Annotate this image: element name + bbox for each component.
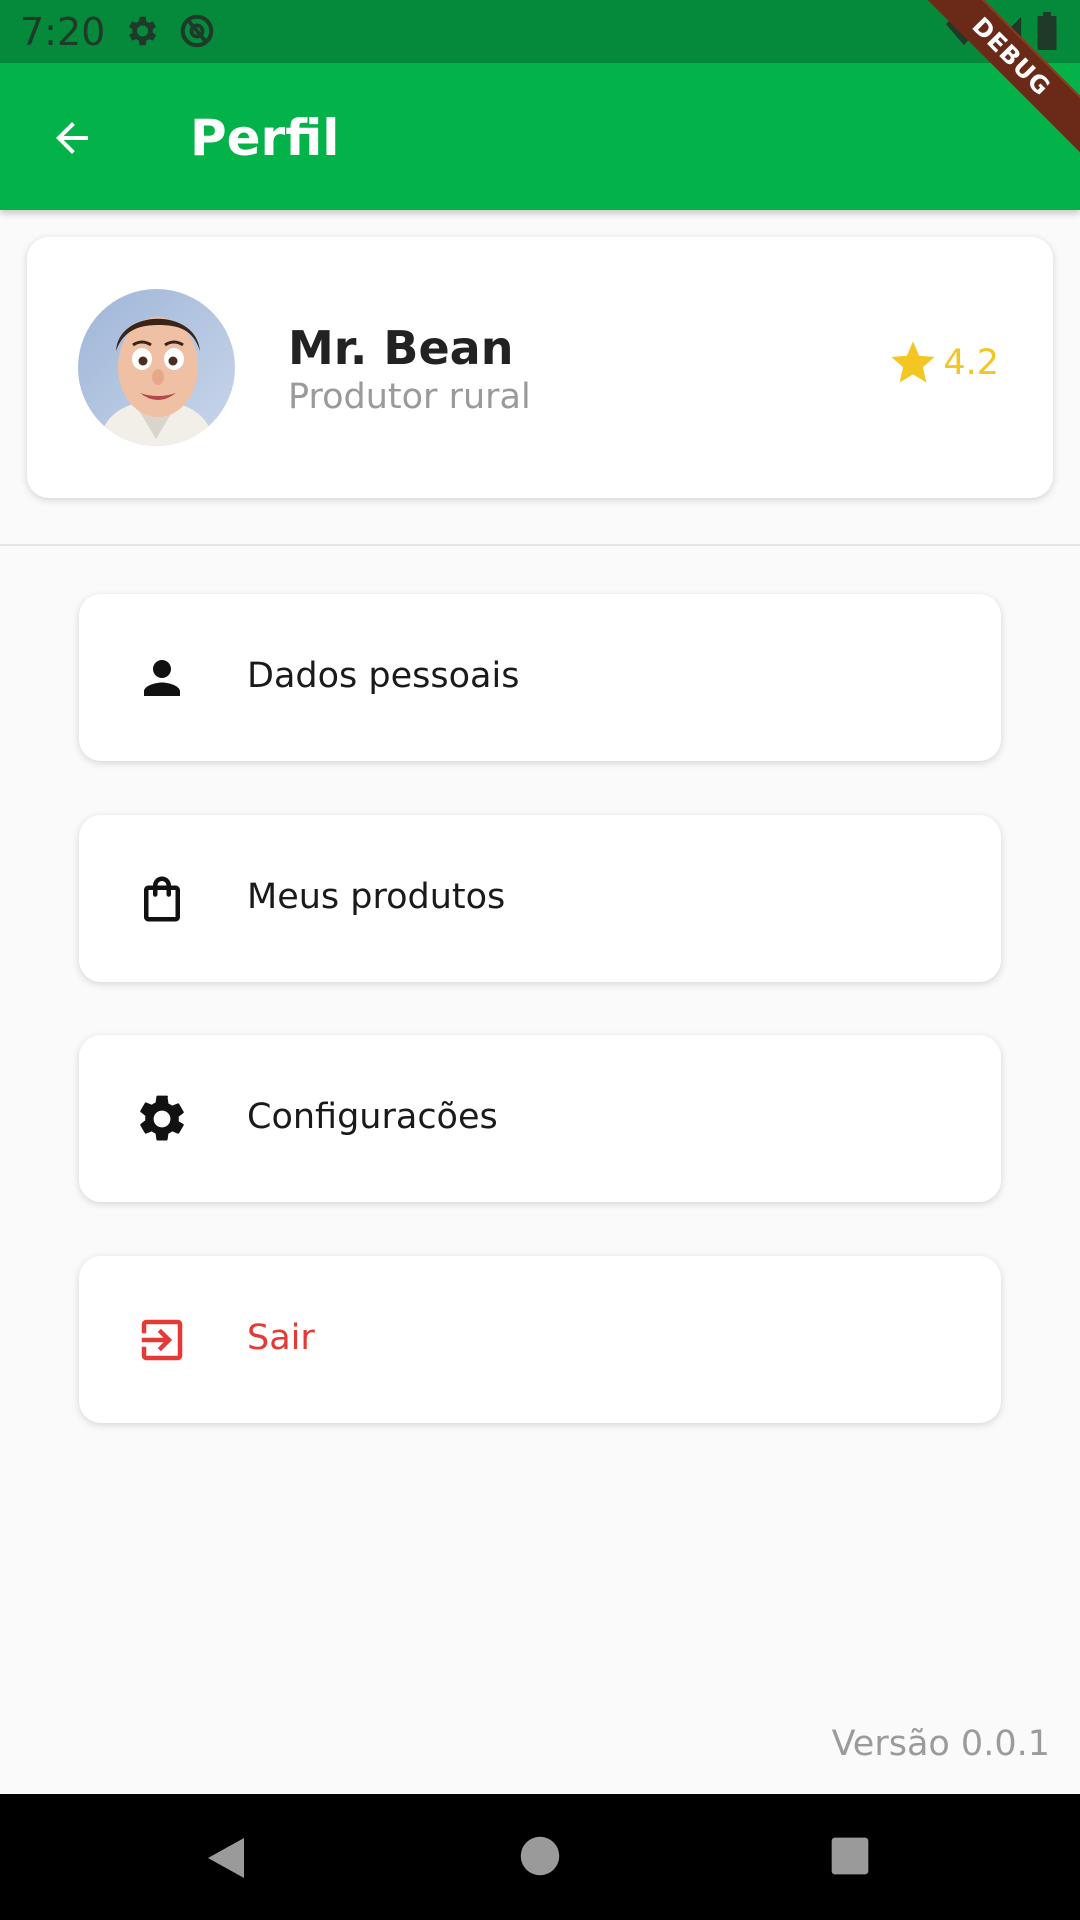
rating: 4.2 xyxy=(887,337,999,389)
person-icon xyxy=(133,649,191,707)
menu-item-dados-pessoais[interactable]: Dados pessoais xyxy=(79,594,1001,761)
menu-item-label: Meus produtos xyxy=(247,877,506,917)
star-icon xyxy=(891,341,935,383)
shopping-bag-icon xyxy=(133,870,191,928)
profile-role: Produtor rural xyxy=(288,377,531,417)
system-nav-bar xyxy=(0,1794,1080,1920)
profile-card: Mr. Bean Produtor rural 4.2 xyxy=(27,237,1053,498)
battery-icon xyxy=(1036,12,1058,55)
divider xyxy=(0,544,1080,546)
recents-square-icon[interactable] xyxy=(830,1836,870,1881)
avatar xyxy=(78,289,235,446)
home-circle-icon[interactable] xyxy=(519,1835,561,1882)
back-button[interactable] xyxy=(40,106,104,170)
version-label: Versão 0.0.1 xyxy=(831,1724,1050,1764)
page-title: Perfil xyxy=(190,109,340,167)
menu-item-configuracoes[interactable]: Configuracões xyxy=(79,1035,1001,1202)
app-bar: Perfil xyxy=(0,63,1080,210)
exit-icon xyxy=(133,1311,191,1369)
at-sign-icon xyxy=(178,12,216,55)
menu-item-label: Dados pessoais xyxy=(247,656,520,696)
back-triangle-icon[interactable] xyxy=(204,1834,248,1887)
menu-item-label: Configuracões xyxy=(247,1097,498,1137)
menu-item-meus-produtos[interactable]: Meus produtos xyxy=(79,815,1001,982)
menu-item-label: Sair xyxy=(247,1318,315,1358)
gear-icon xyxy=(133,1090,191,1148)
arrow-back-icon xyxy=(56,122,88,154)
rating-value: 4.2 xyxy=(943,343,999,383)
status-time: 7:20 xyxy=(20,10,106,54)
menu-item-sair[interactable]: Sair xyxy=(79,1256,1001,1423)
profile-name: Mr. Bean xyxy=(288,321,514,375)
status-bar: 7:20 xyxy=(0,0,1080,63)
settings-icon xyxy=(122,12,160,55)
